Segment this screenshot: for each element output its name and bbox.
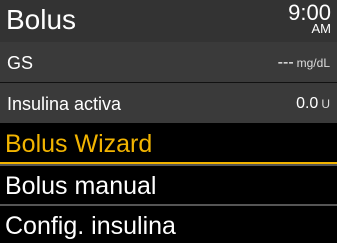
- active-insulin-label: Insulina activa: [7, 94, 122, 114]
- menu-item-label: Bolus Wizard: [5, 130, 153, 158]
- active-insulin-row: Insulina activa 0.0 U: [0, 83, 337, 123]
- screen-title: Bolus: [6, 4, 77, 35]
- menu-item-config-insulina[interactable]: Config. insulina: [0, 206, 337, 242]
- header-bar: Bolus 9:00 AM: [0, 0, 337, 42]
- glucose-row: GS --- mg/dL: [0, 42, 337, 82]
- pump-screen: Bolus 9:00 AM GS --- mg/dL Insulina activ…: [0, 0, 337, 242]
- active-insulin-unit: U: [321, 97, 330, 111]
- menu-item-label: Bolus manual: [5, 172, 157, 200]
- menu-item-bolus-manual[interactable]: Bolus manual: [0, 166, 337, 206]
- menu-item-bolus-wizard[interactable]: Bolus Wizard: [0, 124, 337, 164]
- glucose-value-group: --- mg/dL: [278, 54, 330, 72]
- active-insulin-value-group: 0.0 U: [296, 95, 330, 113]
- glucose-unit: mg/dL: [296, 56, 330, 70]
- glucose-value: ---: [277, 54, 294, 71]
- menu-item-label: Config. insulina: [5, 212, 176, 240]
- glucose-label: GS: [7, 53, 34, 73]
- clock-ampm: AM: [311, 21, 332, 36]
- active-insulin-value: 0.0: [296, 95, 319, 112]
